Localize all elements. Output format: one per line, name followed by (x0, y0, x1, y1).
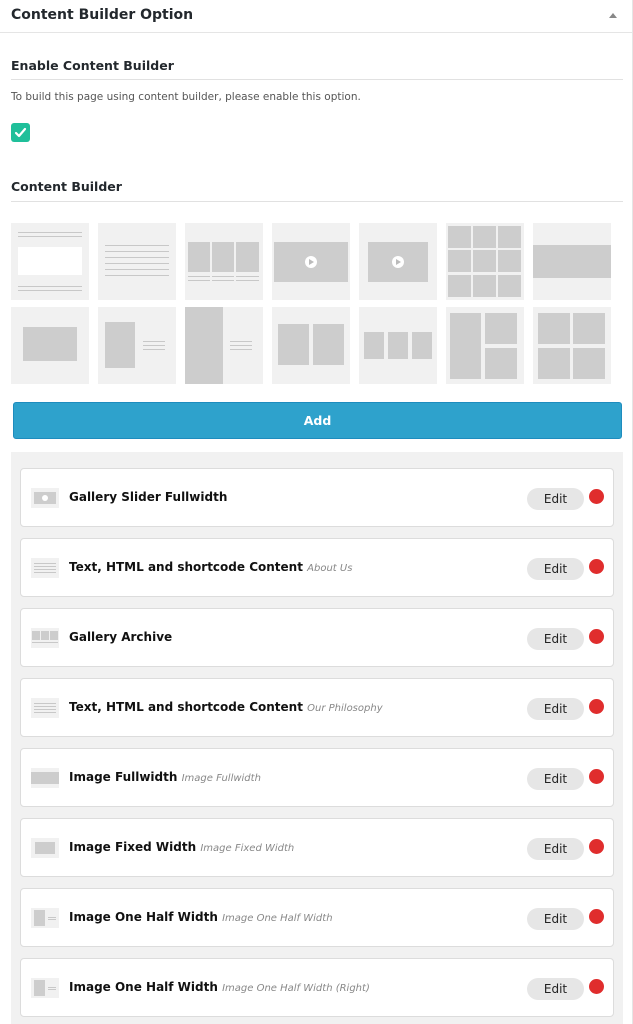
list-item[interactable]: Text, HTML and shortcode Content About U… (20, 538, 614, 597)
image-four-grid-template-icon[interactable] (533, 307, 611, 384)
text-lines-template-icon[interactable] (98, 223, 176, 300)
checkmark-icon (14, 127, 27, 138)
divider (11, 79, 623, 80)
edit-button[interactable]: Edit (527, 978, 584, 1000)
divider (11, 201, 623, 202)
item-title: Text, HTML and shortcode Content (69, 700, 303, 714)
gallery-grid-template-icon[interactable] (446, 223, 524, 300)
gallery-archive-template-icon[interactable] (185, 223, 263, 300)
gallery-slider-fullwidth-template-icon[interactable] (272, 223, 350, 300)
list-item[interactable]: Gallery Archive Edit (20, 608, 614, 667)
content-item-list: Gallery Slider Fullwidth Edit Text, HTML… (11, 452, 623, 1024)
remove-icon[interactable] (589, 839, 604, 854)
item-subtitle: Image One Half Width (Right) (222, 983, 370, 994)
image-fixed-width-template-icon[interactable] (11, 307, 89, 384)
image-one-half-thumb-icon (31, 908, 59, 928)
gallery-slider-thumb-icon (31, 488, 59, 508)
remove-icon[interactable] (589, 979, 604, 994)
edit-button[interactable]: Edit (527, 838, 584, 860)
item-subtitle: Image One Half Width (222, 913, 333, 924)
image-one-half-width-template-icon[interactable] (98, 307, 176, 384)
edit-button[interactable]: Edit (527, 908, 584, 930)
gallery-slider-fixed-template-icon[interactable] (359, 223, 437, 300)
list-item[interactable]: Image One Half Width Image One Half Widt… (20, 958, 614, 1017)
panel-header[interactable]: Content Builder Option (0, 0, 632, 33)
item-subtitle: Our Philosophy (307, 703, 383, 714)
text-content-thumb-icon (31, 558, 59, 578)
item-title: Image Fixed Width (69, 840, 197, 854)
image-fixed-width-thumb-icon (31, 838, 59, 858)
item-title: Image One Half Width (69, 910, 218, 924)
panel-title: Content Builder Option (11, 7, 194, 23)
builder-section-title: Content Builder (11, 179, 122, 194)
list-item[interactable]: Text, HTML and shortcode Content Our Phi… (20, 678, 614, 737)
text-content-template-icon[interactable] (11, 223, 89, 300)
gallery-archive-thumb-icon (31, 628, 59, 648)
item-title: Image One Half Width (69, 980, 218, 994)
image-one-half-width-right-template-icon[interactable] (185, 307, 263, 384)
enable-content-builder-checkbox[interactable] (11, 123, 30, 142)
item-subtitle: Image Fullwidth (181, 773, 261, 784)
list-item[interactable]: Image Fixed Width Image Fixed Width Edit (20, 818, 614, 877)
list-item[interactable]: Image Fullwidth Image Fullwidth Edit (20, 748, 614, 807)
remove-icon[interactable] (589, 629, 604, 644)
image-three-columns-template-icon[interactable] (359, 307, 437, 384)
content-builder-panel: Content Builder Option Enable Content Bu… (0, 0, 633, 1024)
item-title: Gallery Slider Fullwidth (69, 490, 228, 504)
remove-icon[interactable] (589, 699, 604, 714)
edit-button[interactable]: Edit (527, 488, 584, 510)
edit-button[interactable]: Edit (527, 628, 584, 650)
enable-description: To build this page using content builder… (11, 91, 361, 103)
list-item[interactable]: Gallery Slider Fullwidth Edit (20, 468, 614, 527)
add-button[interactable]: Add (13, 402, 622, 439)
remove-icon[interactable] (589, 489, 604, 504)
remove-icon[interactable] (589, 559, 604, 574)
item-title: Image Fullwidth (69, 770, 178, 784)
enable-section-title: Enable Content Builder (11, 58, 174, 73)
remove-icon[interactable] (589, 769, 604, 784)
text-content-thumb-icon (31, 698, 59, 718)
image-two-columns-template-icon[interactable] (272, 307, 350, 384)
collapse-arrow-icon[interactable] (609, 13, 617, 18)
image-mixed-grid-template-icon[interactable] (446, 307, 524, 384)
list-item[interactable]: Image One Half Width Image One Half Widt… (20, 888, 614, 947)
image-fullwidth-thumb-icon (31, 768, 59, 788)
item-title: Text, HTML and shortcode Content (69, 560, 303, 574)
item-title: Gallery Archive (69, 630, 173, 644)
remove-icon[interactable] (589, 909, 604, 924)
image-one-half-right-thumb-icon (31, 978, 59, 998)
edit-button[interactable]: Edit (527, 768, 584, 790)
image-fullwidth-template-icon[interactable] (533, 223, 611, 300)
item-subtitle: Image Fixed Width (200, 843, 295, 854)
edit-button[interactable]: Edit (527, 698, 584, 720)
edit-button[interactable]: Edit (527, 558, 584, 580)
item-subtitle: About Us (307, 563, 353, 574)
